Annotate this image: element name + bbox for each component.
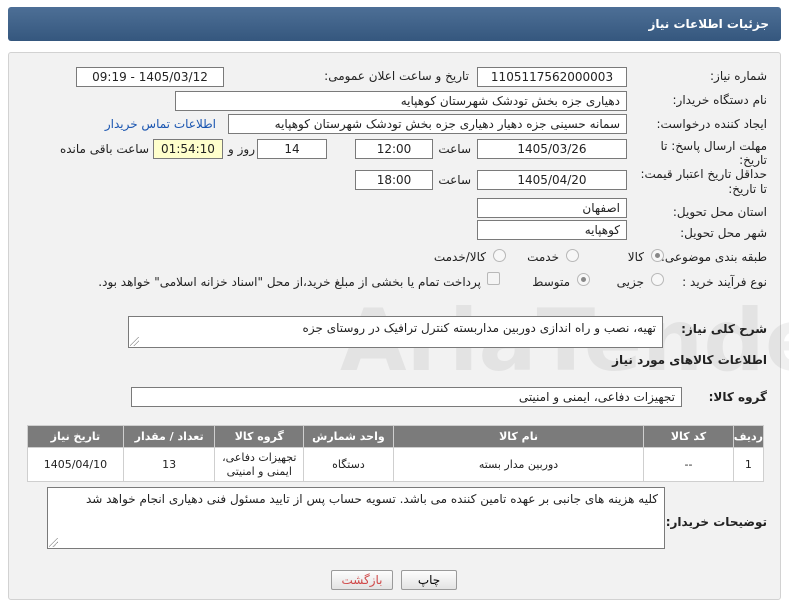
deadline-time-field: 12:00 xyxy=(355,139,433,159)
category-radio-goods[interactable] xyxy=(651,249,664,262)
validity-label-line2: تا تاریخ: xyxy=(728,182,767,196)
col-row-header: ردیف xyxy=(732,425,765,448)
deadline-time-label: ساعت xyxy=(438,142,471,156)
cell-group: تجهیزات دفاعی، ایمنی و امنیتی xyxy=(214,447,305,482)
back-button[interactable]: بازگشت xyxy=(331,570,393,590)
purchase-option-medium: متوسط xyxy=(532,275,570,289)
col-unit-header: واحد شمارش xyxy=(303,425,394,448)
validity-time-field: 18:00 xyxy=(355,170,433,190)
cell-qty: 13 xyxy=(122,447,216,482)
announce-date-field: 1405/03/12 - 09:19 xyxy=(76,67,224,87)
purchase-radio-minor[interactable] xyxy=(651,273,664,286)
buyer-notes-text: کلیه هزینه های جانبی بر عهده تامین کننده… xyxy=(85,492,658,506)
creator-label: ایجاد کننده درخواست: xyxy=(656,117,767,131)
col-name-header: نام کالا xyxy=(392,425,645,448)
table-row: 1 -- دوربین مدار بسته دستگاه تجهیزات دفا… xyxy=(27,447,765,482)
city-label: شهر محل تحویل: xyxy=(680,226,767,240)
goods-table: ردیف کد کالا نام کالا واحد شمارش گروه کا… xyxy=(27,425,765,482)
buyer-notes-label: توضیحات خریدار: xyxy=(665,515,767,529)
col-group-header: گروه کالا xyxy=(214,425,305,448)
announce-date-label: تاریخ و ساعت اعلان عمومی: xyxy=(324,69,469,83)
deadline-label-line1: مهلت ارسال پاسخ: تا xyxy=(660,139,767,153)
goods-section-title: اطلاعات کالاهای مورد نیاز xyxy=(612,353,767,367)
buyer-org-label: نام دستگاه خریدار: xyxy=(672,93,768,107)
page-title: جزئیات اطلاعات نیاز xyxy=(8,7,781,41)
category-radio-goods-service[interactable] xyxy=(493,249,506,262)
col-code-header: کد کالا xyxy=(643,425,734,448)
goods-group-field: تجهیزات دفاعی، ایمنی و امنیتی xyxy=(131,387,682,407)
goods-table-header: ردیف کد کالا نام کالا واحد شمارش گروه کا… xyxy=(27,425,765,448)
col-qty-header: تعداد / مقدار xyxy=(122,425,216,448)
cell-unit: دستگاه xyxy=(303,447,394,482)
deadline-date-field: 1405/03/26 xyxy=(477,139,627,159)
remaining-time-field: 01:54:10 xyxy=(153,139,223,159)
category-radio-service[interactable] xyxy=(566,249,579,262)
buyer-contact-link[interactable]: اطلاعات تماس خریدار xyxy=(105,117,216,131)
purchase-type-label: نوع فرآیند خرید : xyxy=(682,275,767,289)
general-desc-textarea: تهیه، نصب و راه اندازی دوربین مداربسته ک… xyxy=(128,316,663,348)
col-date-header: تاریخ نیاز xyxy=(27,425,124,448)
title-bar: جزئیات اطلاعات نیاز xyxy=(0,0,789,44)
goods-group-label: گروه کالا: xyxy=(708,390,767,404)
cell-code: -- xyxy=(643,447,734,482)
validity-time-label: ساعت xyxy=(438,173,471,187)
buyer-notes-textarea: کلیه هزینه های جانبی بر عهده تامین کننده… xyxy=(47,487,665,549)
resize-grip-icon[interactable] xyxy=(130,337,139,346)
treasury-checkbox[interactable] xyxy=(487,272,500,285)
cell-row: 1 xyxy=(732,447,765,482)
need-number-label: شماره نیاز: xyxy=(710,69,767,83)
validity-label-line1: حداقل تاریخ اعتبار قیمت: xyxy=(640,167,767,181)
days-field: 14 xyxy=(257,139,327,159)
general-desc-text: تهیه، نصب و راه اندازی دوربین مداربسته ک… xyxy=(302,321,656,335)
general-desc-label: شرح کلی نیاز: xyxy=(681,322,767,336)
city-field: کوهپایه xyxy=(477,220,627,240)
cell-name: دوربین مدار بسته xyxy=(392,447,645,482)
deadline-label-line2: تاریخ: xyxy=(739,153,767,167)
validity-date-field: 1405/04/20 xyxy=(477,170,627,190)
cell-group-line1: تجهیزات دفاعی، xyxy=(222,450,297,464)
purchase-option-minor: جزیی xyxy=(616,275,644,289)
resize-grip-icon[interactable] xyxy=(49,538,58,547)
cell-date: 1405/04/10 xyxy=(27,447,124,482)
province-label: استان محل تحویل: xyxy=(672,205,767,219)
province-field: اصفهان xyxy=(477,198,627,218)
category-option-goods-service: کالا/خدمت xyxy=(433,250,486,264)
print-button[interactable]: چاپ xyxy=(401,570,457,590)
days-label: روز و xyxy=(228,142,255,156)
treasury-note: پرداخت تمام یا بخشی از مبلغ خرید،از محل … xyxy=(98,275,481,289)
category-option-goods: کالا xyxy=(627,250,644,264)
buyer-org-field: دهیاری جزه بخش تودشک شهرستان کوهپایه xyxy=(175,91,627,111)
category-label: طبقه بندی موضوعی: xyxy=(660,250,767,264)
remaining-time-label: ساعت باقی مانده xyxy=(59,142,149,156)
purchase-radio-medium[interactable] xyxy=(577,273,590,286)
creator-field: سمانه حسینی جزه دهیار دهیاری جزه بخش تود… xyxy=(228,114,627,134)
need-number-field: 1105117562000003 xyxy=(477,67,627,87)
category-option-service: خدمت xyxy=(527,250,559,264)
cell-group-line2: ایمنی و امنیتی xyxy=(226,464,292,478)
